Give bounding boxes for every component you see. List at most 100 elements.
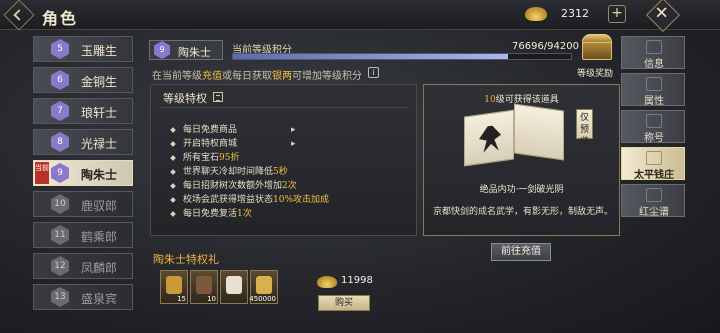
tab-2[interactable]: 称号 [621,110,685,144]
exp-value: 76696/94200 [512,41,579,52]
rank-badge-icon: 12 [51,256,69,276]
exp-progress-fill [233,54,509,59]
close-button[interactable]: ✕ [646,0,680,32]
rank-name: 凤麟郎 [81,261,118,275]
item-icon [196,276,212,294]
privilege-item: 校场会武获得增益状态10%攻击加成 [165,193,410,207]
tab-3[interactable]: 太平钱庄 [621,147,685,181]
rank-item[interactable]: 6 金铜生 [33,67,133,93]
currency-value: 2312 [561,7,589,20]
rank-badge-icon: 8 [51,132,69,152]
current-rank-name: 陶朱士 [178,46,211,59]
current-rank-chip: 9 陶朱士 [149,40,223,60]
tab-label: 红尘谱 [639,207,669,218]
rank-badge-icon: 13 [51,287,69,307]
bullet-icon [170,197,176,203]
gold-ingot-icon [317,276,337,288]
rank-item[interactable]: 12 凤麟郎 [33,253,133,279]
rank-item[interactable]: 8 光禄士 [33,129,133,155]
privilege-item: 开启特权商城 ▸ [165,137,410,151]
gift-item-slot[interactable]: 450000 [249,270,278,304]
rank-name: 金铜生 [81,75,118,89]
rank-badge-icon: 7 [51,101,69,121]
rank-name: 光禄士 [81,137,118,151]
rank-badge-icon: 9 [154,41,170,59]
rank-name: 鹤乘郎 [81,230,118,244]
tab-label: 称号 [644,133,664,144]
bullet-icon [170,127,176,133]
buy-button[interactable]: 购买 [318,295,370,311]
rank-item[interactable]: 当前 9 陶朱士 [33,160,133,186]
tab-icon [646,40,662,54]
rank-item[interactable]: 5 玉雕生 [33,36,133,62]
gold-ingot-icon [525,7,547,21]
exp-progress-bar [232,53,572,60]
list-icon[interactable] [213,92,223,102]
tab-icon [646,77,662,91]
gift-item-slot[interactable] [220,270,248,304]
gift-item-slot[interactable]: 15 [160,270,188,304]
bullet-icon [170,169,176,175]
tab-0[interactable]: 信息 [621,36,685,70]
tab-label: 太平钱庄 [634,170,674,181]
rank-item[interactable]: 7 琅轩士 [33,98,133,124]
info-icon[interactable]: i [368,67,379,78]
tab-icon [646,188,662,202]
bullet-icon [170,183,176,189]
top-bar: 角色 2312 + ✕ [0,0,720,32]
page-title: 角色 [42,9,79,28]
privilege-item: 每日招财树次数额外增加2次 [165,179,410,193]
gift-price: 11998 [341,275,373,286]
rank-name: 陶朱士 [81,168,118,182]
bullet-icon [170,155,176,161]
rank-item[interactable]: 10 鹿驭郎 [33,191,133,217]
current-rank-tag: 当前 [35,162,49,184]
tab-icon [646,114,662,128]
preview-only-button[interactable]: 仅预览 [576,109,593,147]
rank-badge-icon: 6 [51,70,69,90]
gift-item-slot[interactable]: 10 [190,270,218,304]
rank-item[interactable]: 11 鹤乘郎 [33,222,133,248]
item-card-header: 10级可获得该道具 [484,95,559,105]
rank-item[interactable]: 13 盛泉宾 [33,284,133,310]
privilege-item: 每日免费商品 ▸ [165,123,410,137]
add-currency-button[interactable]: + [608,5,626,23]
reward-item-card: 10级可获得该道具 仅预览 绝品内功·一剑破光阴 京都快剑的成名武学，有影无形，… [423,84,620,236]
exp-hint-text: 在当前等级充值或每日获取银两可增加等级积分 [152,71,362,82]
rank-name: 琅轩士 [81,106,118,120]
level-reward-label: 等级奖励 [577,69,614,79]
item-count: 10 [207,295,216,303]
rank-badge-icon: 5 [51,39,69,59]
rank-name: 鹿驭郎 [81,199,118,213]
item-icon [256,276,272,294]
item-description: 京都快剑的成名武学，有影无形，制敌无声。 [433,207,614,217]
divider [159,107,409,108]
privilege-item: 每日免费复活1次 [165,207,410,221]
arrow-right-icon[interactable]: ▸ [291,123,296,137]
item-icon [166,276,182,294]
back-button[interactable] [3,0,35,31]
level-reward-chest-icon[interactable] [578,34,616,62]
privilege-item: 世界聊天冷却时间降低5秒 [165,165,410,179]
currency-display: 2312 + [525,5,626,24]
bullet-icon [170,141,176,147]
rank-badge-icon: 10 [51,194,69,214]
privileges-panel: 等级特权 每日免费商品 ▸ 开启特权商城 ▸ 所有宝石95折 世界聊天冷却时间降低5秒 每日… [150,84,417,236]
rank-list: 5 玉雕生 6 金铜生 7 琅轩士 8 光禄士当前 9 陶朱士 10 鹿驭郎 11 鹤乘郎 12 凤麟郎 13 盛… [33,36,133,315]
goto-recharge-button[interactable]: 前往充值 [491,243,551,261]
privileges-title: 等级特权 [163,92,207,105]
martial-book-icon [464,103,564,167]
tab-1[interactable]: 属性 [621,73,685,107]
bullet-icon [170,211,176,217]
tab-label: 信息 [644,59,664,70]
close-icon: ✕ [654,3,669,24]
privileges-list: 每日免费商品 ▸ 开启特权商城 ▸ 所有宝石95折 世界聊天冷却时间降低5秒 每日招财树次数… [165,123,410,221]
item-icon [226,276,242,294]
item-count: 15 [177,295,186,303]
right-tabs: 信息属性称号太平钱庄红尘谱 [621,36,685,221]
arrow-right-icon[interactable]: ▸ [291,137,296,151]
tab-label: 属性 [644,96,664,107]
tab-4[interactable]: 红尘谱 [621,184,685,218]
rank-badge-icon: 11 [51,225,69,245]
tab-icon [646,151,662,165]
